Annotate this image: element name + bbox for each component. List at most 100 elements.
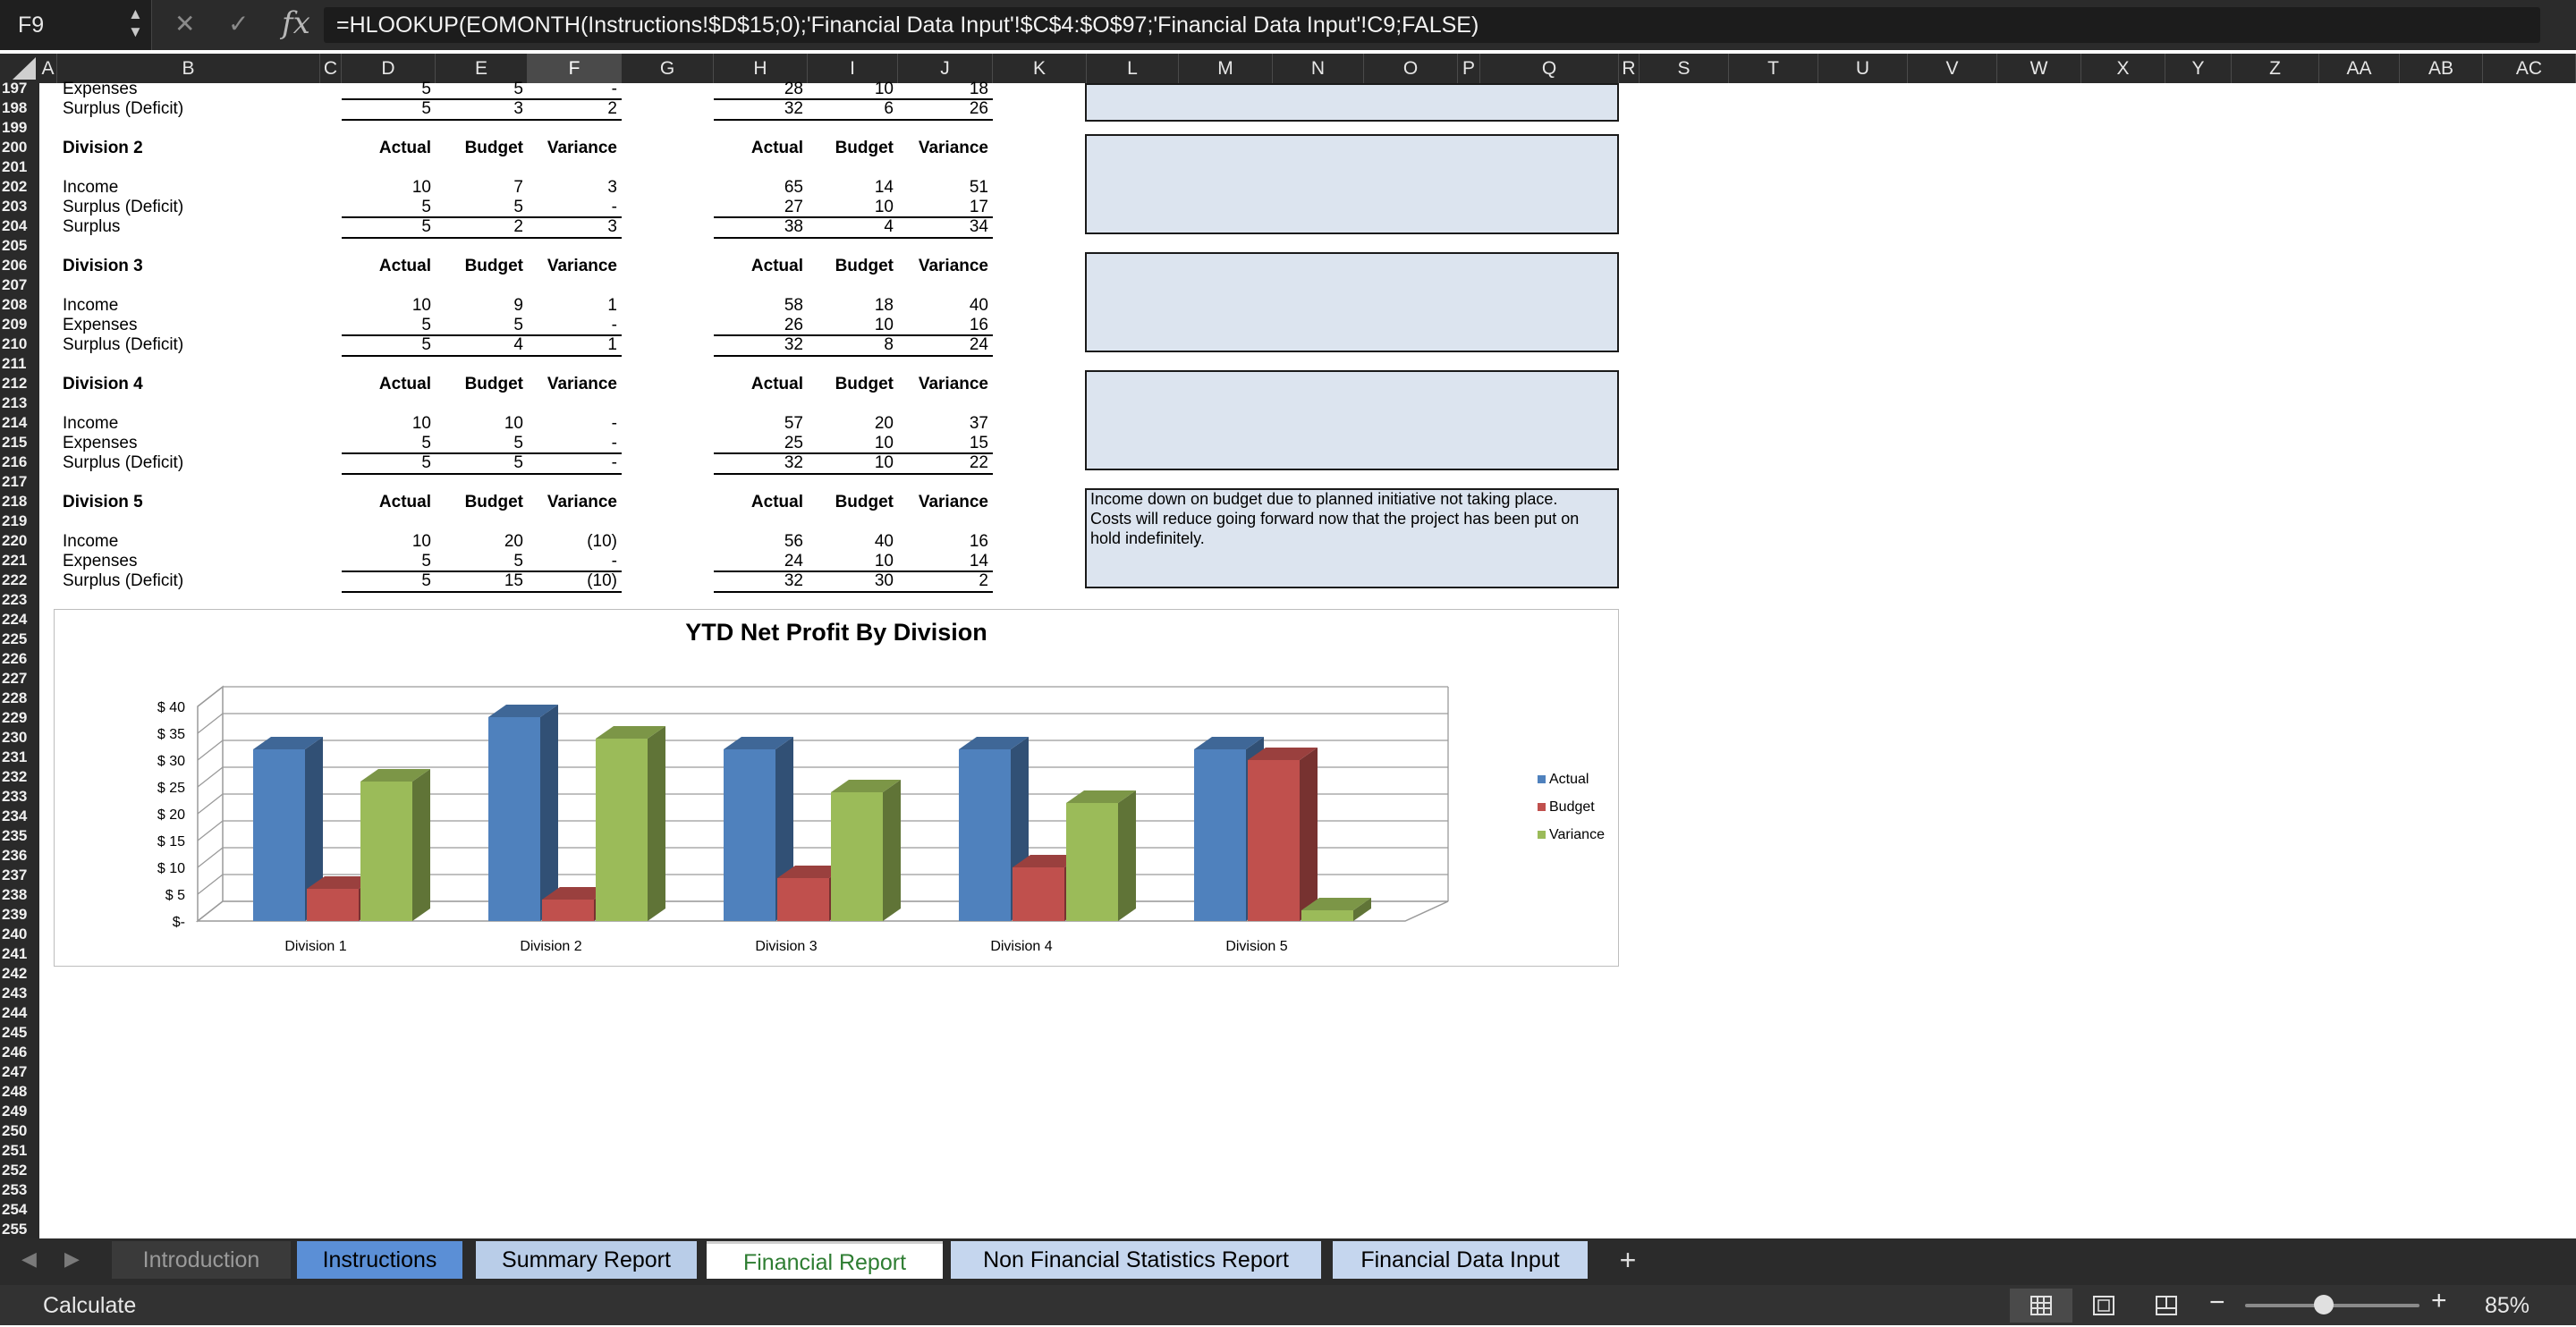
value-cell-e[interactable]: 2: [434, 217, 523, 237]
column-label-budget[interactable]: Budget: [434, 493, 523, 512]
column-label-actual[interactable]: Actual: [342, 375, 431, 394]
row-label[interactable]: Expenses: [63, 552, 137, 571]
column-label-actual[interactable]: Actual: [342, 139, 431, 158]
zoom-in-icon[interactable]: +: [2431, 1286, 2447, 1316]
column-label-variance[interactable]: Variance: [899, 375, 988, 394]
column-header-m[interactable]: M: [1179, 54, 1273, 83]
column-header-l[interactable]: L: [1087, 54, 1179, 83]
row-header-201[interactable]: 201: [0, 157, 39, 177]
value-cell-j[interactable]: 26: [899, 99, 988, 119]
column-header-r[interactable]: R: [1619, 54, 1640, 83]
value-cell-h[interactable]: 57: [714, 414, 803, 434]
normal-view-button[interactable]: [2010, 1289, 2072, 1323]
column-header-y[interactable]: Y: [2165, 54, 2232, 83]
value-cell-j[interactable]: 16: [899, 532, 988, 552]
value-cell-e[interactable]: 4: [434, 335, 523, 355]
value-cell-h[interactable]: 32: [714, 99, 803, 119]
value-cell-d[interactable]: 10: [342, 532, 431, 552]
value-cell-e[interactable]: 3: [434, 99, 523, 119]
commentary-box[interactable]: [1085, 83, 1619, 122]
value-cell-i[interactable]: 40: [804, 532, 894, 552]
row-header-254[interactable]: 254: [0, 1200, 39, 1220]
column-label-variance[interactable]: Variance: [528, 139, 617, 158]
value-cell-j[interactable]: 37: [899, 414, 988, 434]
tab-financial-data-input[interactable]: Financial Data Input: [1333, 1241, 1588, 1279]
value-cell-h[interactable]: 38: [714, 217, 803, 237]
check-icon[interactable]: ✓: [228, 9, 249, 38]
row-label[interactable]: Expenses: [63, 316, 137, 335]
column-label-variance[interactable]: Variance: [528, 257, 617, 276]
next-sheet-icon[interactable]: ▶: [64, 1247, 80, 1271]
value-cell-f[interactable]: 1: [528, 335, 617, 355]
row-header-207[interactable]: 207: [0, 275, 39, 295]
value-cell-f[interactable]: 3: [528, 217, 617, 237]
value-cell-e[interactable]: 15: [434, 571, 523, 591]
row-label[interactable]: Surplus (Deficit): [63, 335, 183, 355]
value-cell-h[interactable]: 56: [714, 532, 803, 552]
column-label-actual[interactable]: Actual: [714, 257, 803, 276]
row-header-200[interactable]: 200: [0, 138, 39, 157]
value-cell-j[interactable]: 34: [899, 217, 988, 237]
row-header-246[interactable]: 246: [0, 1043, 39, 1062]
value-cell-d[interactable]: 5: [342, 217, 431, 237]
value-cell-f[interactable]: (10): [528, 571, 617, 591]
row-header-232[interactable]: 232: [0, 767, 39, 787]
value-cell-i[interactable]: 4: [804, 217, 894, 237]
row-header-231[interactable]: 231: [0, 748, 39, 767]
row-header-210[interactable]: 210: [0, 334, 39, 354]
row-label[interactable]: Surplus: [63, 217, 120, 237]
commentary-text[interactable]: Costs will reduce going forward now that…: [1090, 509, 1579, 528]
column-header-p[interactable]: P: [1458, 54, 1480, 83]
row-header-245[interactable]: 245: [0, 1023, 39, 1043]
value-cell-i[interactable]: 10: [804, 434, 894, 453]
row-label[interactable]: Surplus (Deficit): [63, 99, 183, 119]
commentary-box[interactable]: [1085, 134, 1619, 234]
column-header-ab[interactable]: AB: [2400, 54, 2483, 83]
column-label-budget[interactable]: Budget: [804, 257, 894, 276]
commentary-box[interactable]: [1085, 252, 1619, 352]
value-cell-e[interactable]: 5: [434, 552, 523, 571]
value-cell-i[interactable]: 6: [804, 99, 894, 119]
row-label[interactable]: Expenses: [63, 434, 137, 453]
row-header-251[interactable]: 251: [0, 1141, 39, 1161]
value-cell-f[interactable]: -: [528, 316, 617, 335]
column-label-budget[interactable]: Budget: [804, 139, 894, 158]
row-header-209[interactable]: 209: [0, 315, 39, 334]
value-cell-j[interactable]: 40: [899, 296, 988, 316]
cancel-icon[interactable]: ✕: [174, 9, 195, 38]
row-header-223[interactable]: 223: [0, 590, 39, 610]
value-cell-h[interactable]: 65: [714, 178, 803, 198]
value-cell-i[interactable]: 8: [804, 335, 894, 355]
column-header-o[interactable]: O: [1364, 54, 1458, 83]
value-cell-d[interactable]: 5: [342, 80, 431, 99]
commentary-box[interactable]: [1085, 370, 1619, 470]
add-sheet-button[interactable]: +: [1601, 1241, 1655, 1279]
row-header-199[interactable]: 199: [0, 118, 39, 138]
row-header-221[interactable]: 221: [0, 551, 39, 571]
row-label[interactable]: Expenses: [63, 80, 137, 99]
ytd-net-profit-chart[interactable]: YTD Net Profit By Division $- $ 5 $ 10 $ 15 $…: [55, 610, 1618, 966]
value-cell-h[interactable]: 32: [714, 335, 803, 355]
value-cell-d[interactable]: 5: [342, 99, 431, 119]
value-cell-j[interactable]: 22: [899, 453, 988, 473]
value-cell-e[interactable]: 9: [434, 296, 523, 316]
column-label-variance[interactable]: Variance: [899, 493, 988, 512]
row-header-213[interactable]: 213: [0, 393, 39, 413]
value-cell-f[interactable]: 3: [528, 178, 617, 198]
column-label-actual[interactable]: Actual: [342, 257, 431, 276]
value-cell-d[interactable]: 10: [342, 296, 431, 316]
row-header-253[interactable]: 253: [0, 1180, 39, 1200]
column-header-z[interactable]: Z: [2232, 54, 2319, 83]
row-header-218[interactable]: 218: [0, 492, 39, 511]
value-cell-e[interactable]: 5: [434, 80, 523, 99]
division-title[interactable]: Division 2: [63, 139, 143, 158]
value-cell-i[interactable]: 10: [804, 316, 894, 335]
row-header-252[interactable]: 252: [0, 1161, 39, 1180]
row-header-202[interactable]: 202: [0, 177, 39, 197]
row-header-211[interactable]: 211: [0, 354, 39, 374]
row-header-229[interactable]: 229: [0, 708, 39, 728]
value-cell-j[interactable]: 16: [899, 316, 988, 335]
value-cell-f[interactable]: -: [528, 80, 617, 99]
column-header-q[interactable]: Q: [1480, 54, 1619, 83]
row-header-241[interactable]: 241: [0, 944, 39, 964]
